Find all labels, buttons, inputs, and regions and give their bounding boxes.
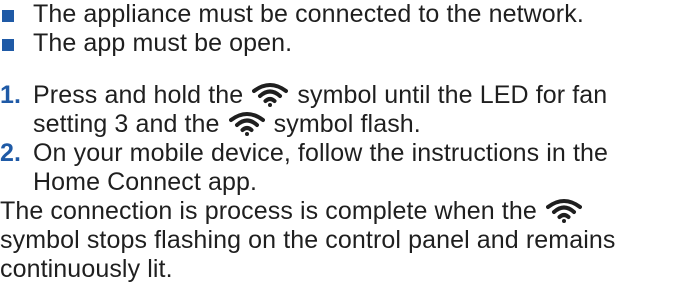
wifi-icon xyxy=(252,82,289,107)
step-line: Press and hold the symbol until the LED … xyxy=(33,81,678,110)
step-line: Home Connect app. xyxy=(33,168,258,196)
step-text-segment: symbol flash. xyxy=(273,110,421,138)
instruction-document: The appliance must be connected to the n… xyxy=(0,0,678,297)
step-text: On your mobile device, follow the instru… xyxy=(33,139,678,197)
step-number: 2. xyxy=(0,139,22,167)
step-line: On your mobile device, follow the instru… xyxy=(33,139,609,167)
prerequisite-text: The app must be open. xyxy=(33,29,293,57)
step-line: setting 3 and the symbol flash. xyxy=(33,110,678,139)
paragraph-line: The connection is process is complete wh… xyxy=(0,197,678,226)
step-text-segment: Press and hold the xyxy=(33,81,244,109)
wifi-icon xyxy=(228,111,265,136)
step-text-segment: setting 3 and the xyxy=(33,110,220,138)
step-text: Press and hold the symbol until the LED … xyxy=(33,81,678,139)
paragraph-text-segment: The connection is process is complete wh… xyxy=(0,197,537,225)
paragraph-line: continuously lit. xyxy=(0,255,173,283)
step-text-segment: symbol until the LED for fan xyxy=(297,81,608,109)
square-bullet-icon xyxy=(2,39,14,51)
wifi-icon xyxy=(545,198,582,223)
step-number: 1. xyxy=(0,81,22,109)
paragraph-line: symbol stops flashing on the control pan… xyxy=(0,226,616,254)
completion-paragraph: The connection is process is complete wh… xyxy=(0,197,678,284)
prerequisite-text: The appliance must be connected to the n… xyxy=(33,0,584,28)
square-bullet-icon xyxy=(2,10,14,22)
